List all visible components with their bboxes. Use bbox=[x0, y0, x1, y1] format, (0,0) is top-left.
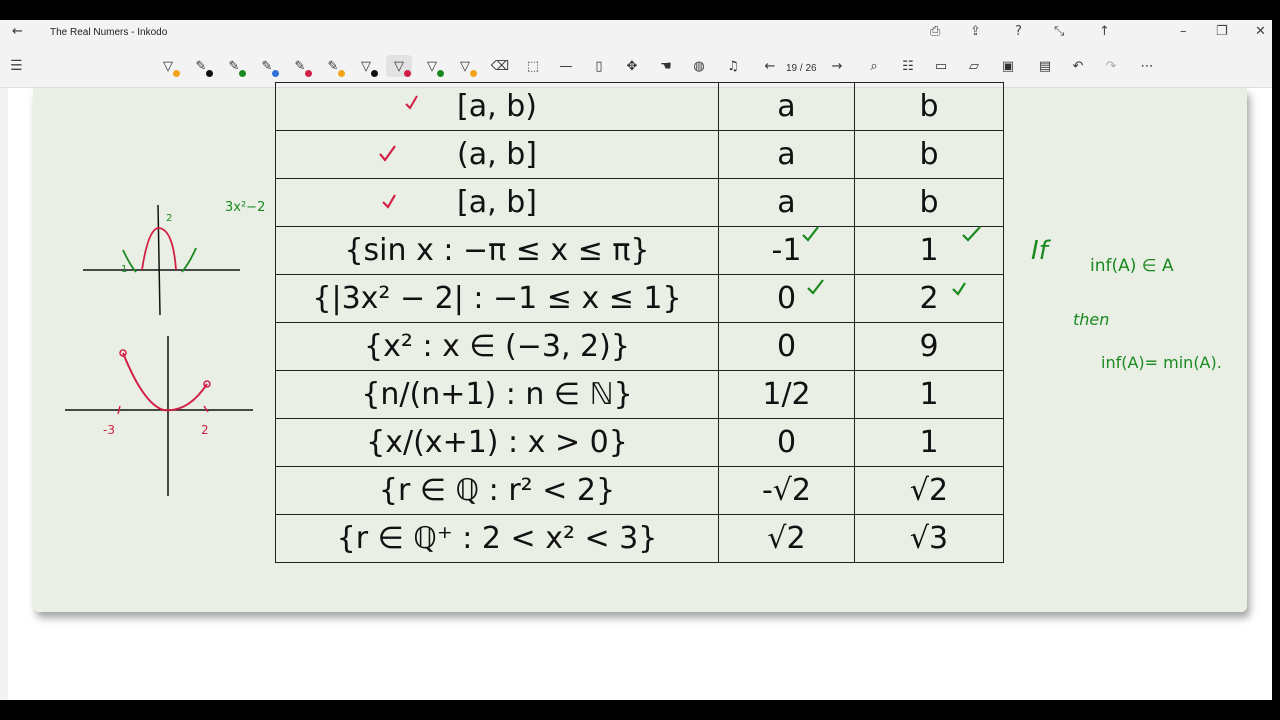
set-cell: {r ∈ ℚ⁺ : 2 < x² < 3} bbox=[275, 514, 719, 563]
color-dot bbox=[338, 70, 345, 77]
eraser-icon[interactable]: ⌫ bbox=[487, 55, 513, 77]
restore-icon[interactable]: ❐ bbox=[1216, 24, 1228, 39]
highlighter-icon[interactable]: ▽ bbox=[419, 55, 445, 77]
next-page-icon[interactable]: → bbox=[824, 55, 850, 77]
sketch-parabola bbox=[65, 336, 253, 496]
export-icon[interactable]: ⇪ bbox=[970, 24, 981, 39]
lasso-select-icon[interactable]: ⬚ bbox=[520, 55, 546, 77]
table-row: {r ∈ ℚ : r² < 2} -√2 √2 bbox=[275, 466, 1004, 515]
note-if: If bbox=[1031, 236, 1048, 266]
inf-cell: a bbox=[718, 130, 855, 179]
table-row: {n/(n+1) : n ∈ ℕ} 1/2 1 bbox=[275, 370, 1004, 419]
set-cell: {x/(x+1) : x > 0} bbox=[275, 418, 719, 467]
set-cell: {n/(n+1) : n ∈ ℕ} bbox=[275, 370, 719, 419]
note-inf-eq-min: inf(A)= min(A). bbox=[1101, 353, 1222, 372]
prev-page-icon[interactable]: ← bbox=[757, 55, 783, 77]
inf-cell: -√2 bbox=[718, 466, 855, 515]
table-row: {x² : x ∈ (−3, 2)} 0 9 bbox=[275, 322, 1004, 371]
up-arrow-icon[interactable]: ↑ bbox=[1099, 24, 1110, 39]
table-row: {x/(x+1) : x > 0} 0 1 bbox=[275, 418, 1004, 467]
set-cell: {r ∈ ℚ : r² < 2} bbox=[275, 466, 719, 515]
table-row: {r ∈ ℚ⁺ : 2 < x² < 3} √2 √3 bbox=[275, 514, 1004, 563]
inf-cell: 0 bbox=[718, 322, 855, 371]
page-indicator: 19 / 26 bbox=[786, 63, 817, 74]
open-folder-icon[interactable]: ▱ bbox=[961, 55, 987, 77]
set-cell: [a, b) bbox=[275, 82, 719, 131]
help-icon[interactable]: ? bbox=[1015, 24, 1022, 39]
title-bar: ← The Real Numers - Inkodo ⎙ ⇪ ? ⤡ ↑ – ❐… bbox=[0, 20, 1272, 47]
inf-cell: a bbox=[718, 178, 855, 227]
highlighter-icon[interactable]: ▽ bbox=[386, 55, 412, 77]
highlighter-icon[interactable]: ▽ bbox=[353, 55, 379, 77]
ruler-icon[interactable]: ▯ bbox=[586, 55, 612, 77]
set-cell: {x² : x ∈ (−3, 2)} bbox=[275, 322, 719, 371]
close-icon[interactable]: ✕ bbox=[1255, 24, 1266, 39]
new-file-icon[interactable]: ▭ bbox=[928, 55, 954, 77]
paste-icon[interactable]: ▤ bbox=[1032, 55, 1058, 77]
inf-cell: √2 bbox=[718, 514, 855, 563]
share-icon[interactable]: ⎙ bbox=[930, 24, 940, 39]
check-marks-green bbox=[802, 226, 981, 296]
note-inf-in-a: inf(A) ∈ A bbox=[1090, 256, 1174, 276]
inf-cell: 0 bbox=[718, 418, 855, 467]
check-marks-red bbox=[379, 95, 418, 209]
palette-icon[interactable]: ◍ bbox=[686, 55, 712, 77]
set-cell: [a, b] bbox=[275, 178, 719, 227]
sup-cell: 1 bbox=[854, 370, 1004, 419]
pen-icon[interactable]: ✎ bbox=[320, 55, 346, 77]
more-icon[interactable]: ⋯ bbox=[1134, 55, 1160, 77]
color-dot bbox=[272, 70, 279, 77]
color-dot bbox=[470, 70, 477, 77]
minimize-icon[interactable]: – bbox=[1180, 24, 1187, 39]
pen-icon[interactable]: ✎ bbox=[287, 55, 313, 77]
microphone-icon[interactable]: ♫ bbox=[720, 55, 746, 77]
highlighter-icon[interactable]: ▽ bbox=[155, 55, 181, 77]
note-page[interactable]: [a, b) a b (a, b] a b [a, b] a b {sin x : −π ≤ x … bbox=[33, 82, 1247, 612]
line-icon[interactable]: — bbox=[553, 55, 579, 77]
sup-cell: 1 bbox=[854, 418, 1004, 467]
window-title: The Real Numers - Inkodo bbox=[50, 27, 168, 38]
color-dot bbox=[239, 70, 246, 77]
sup-cell: b bbox=[854, 178, 1004, 227]
sup-cell: b bbox=[854, 130, 1004, 179]
graph-label-2: 2 bbox=[166, 213, 173, 224]
color-dot bbox=[371, 70, 378, 77]
graph-label-neg3: -3 bbox=[103, 423, 115, 437]
collapse-icon[interactable]: ⤡ bbox=[1054, 24, 1064, 39]
inf-cell: a bbox=[718, 82, 855, 131]
hand-icon[interactable]: ☚ bbox=[653, 55, 679, 77]
zoom-icon[interactable]: ⌕ bbox=[861, 55, 887, 77]
app-window: ← The Real Numers - Inkodo ⎙ ⇪ ? ⤡ ↑ – ❐… bbox=[0, 20, 1272, 700]
highlighter-icon[interactable]: ▽ bbox=[452, 55, 478, 77]
move-icon[interactable]: ✥ bbox=[619, 55, 645, 77]
color-dot bbox=[404, 70, 411, 77]
save-icon[interactable]: ▣ bbox=[995, 55, 1021, 77]
sketch-abs-graph bbox=[83, 204, 240, 316]
settings-sliders-icon[interactable]: ☷ bbox=[895, 55, 921, 77]
graph-label-2-red: 2 bbox=[201, 423, 209, 437]
set-cell: {sin x : −π ≤ x ≤ π} bbox=[275, 226, 719, 275]
redo-icon[interactable]: ↷ bbox=[1098, 55, 1124, 77]
menu-icon[interactable]: ☰ bbox=[10, 58, 23, 74]
color-dot bbox=[173, 70, 180, 77]
color-dot bbox=[305, 70, 312, 77]
pen-icon[interactable]: ✎ bbox=[188, 55, 214, 77]
set-cell: (a, b] bbox=[275, 130, 719, 179]
color-dot bbox=[206, 70, 213, 77]
sup-cell: √3 bbox=[854, 514, 1004, 563]
undo-icon[interactable]: ↶ bbox=[1065, 55, 1091, 77]
pen-icon[interactable]: ✎ bbox=[254, 55, 280, 77]
set-cell: {|3x² − 2| : −1 ≤ x ≤ 1} bbox=[275, 274, 719, 323]
back-arrow-icon[interactable]: ← bbox=[12, 24, 23, 39]
sup-cell: √2 bbox=[854, 466, 1004, 515]
color-dot bbox=[437, 70, 444, 77]
note-then: then bbox=[1073, 310, 1110, 329]
pen-icon[interactable]: ✎ bbox=[221, 55, 247, 77]
graph-label-1: 1 bbox=[121, 264, 128, 275]
inf-cell: 1/2 bbox=[718, 370, 855, 419]
sup-cell: b bbox=[854, 82, 1004, 131]
sup-cell: 9 bbox=[854, 322, 1004, 371]
note-canvas[interactable]: [a, b) a b (a, b] a b [a, b] a b {sin x : −π ≤ x … bbox=[8, 82, 1272, 700]
